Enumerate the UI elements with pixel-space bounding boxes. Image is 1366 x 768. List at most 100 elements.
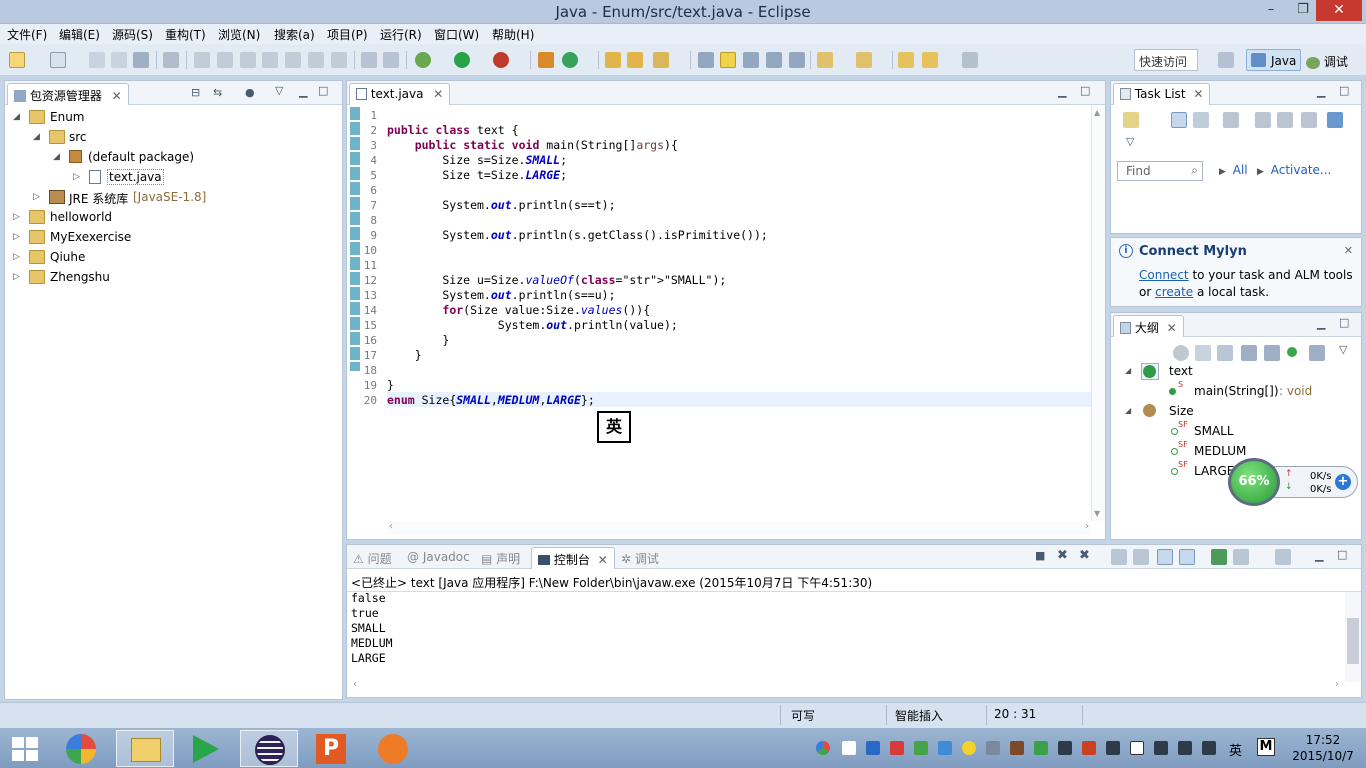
menu-navigate[interactable]: 浏览(N): [218, 26, 260, 43]
minimize-view-icon[interactable]: ▁: [1317, 85, 1325, 98]
show-stderr-icon[interactable]: [1179, 549, 1195, 565]
show-stdout-icon[interactable]: [1157, 549, 1173, 565]
print-icon[interactable]: [133, 52, 149, 68]
sync-changed-icon[interactable]: [1327, 112, 1343, 128]
code-line[interactable]: System.out.println(value);: [387, 318, 678, 332]
code-line[interactable]: System.out.println(s==u);: [387, 288, 615, 302]
console-vertical-scrollbar[interactable]: [1345, 592, 1361, 682]
plus-icon[interactable]: +: [1335, 474, 1351, 490]
scroll-left-icon[interactable]: ‹: [353, 679, 357, 690]
tray-ime-mode[interactable]: M: [1257, 738, 1275, 756]
new-class-icon[interactable]: [562, 52, 578, 68]
menu-refactor[interactable]: 重构(T): [165, 26, 206, 43]
hide-fields-icon[interactable]: [1241, 345, 1257, 361]
find-input[interactable]: Find ⌕: [1117, 161, 1203, 181]
save-icon[interactable]: [89, 52, 105, 68]
external-tools-icon[interactable]: [493, 52, 509, 68]
expand-toggle-icon[interactable]: ▷: [13, 272, 21, 282]
new-wizard-icon[interactable]: [50, 52, 66, 68]
focus-workweek-icon[interactable]: [1223, 112, 1239, 128]
console-horizontal-scrollbar[interactable]: ‹ ›: [351, 679, 1345, 693]
hide-nonpublic-icon[interactable]: [1287, 347, 1297, 357]
pin-console-icon[interactable]: [1211, 549, 1227, 565]
forward-icon[interactable]: [962, 52, 978, 68]
remove-all-icon[interactable]: ✖: [1079, 548, 1090, 563]
back-icon[interactable]: [922, 52, 938, 68]
toggle-highlight-icon[interactable]: [720, 52, 736, 68]
tray-volume-icon[interactable]: [1154, 741, 1168, 755]
suspend-icon[interactable]: [217, 52, 233, 68]
clear-console-icon[interactable]: [1111, 549, 1127, 565]
block-selection-icon[interactable]: [743, 52, 759, 68]
collapse-all-icon[interactable]: [1277, 112, 1293, 128]
code-line[interactable]: Size s=Size.SMALL;: [387, 153, 567, 167]
tab-declaration[interactable]: ▤ 声明: [481, 550, 520, 567]
close-tab-icon[interactable]: ✕: [1167, 321, 1177, 335]
menu-search[interactable]: 搜索(a): [274, 26, 315, 43]
use-step-filters-icon[interactable]: [383, 52, 399, 68]
step-over-icon[interactable]: [308, 52, 324, 68]
search-icon[interactable]: [653, 52, 669, 68]
minimize-view-icon[interactable]: ▁: [299, 85, 307, 98]
close-tab-icon[interactable]: ✕: [1193, 87, 1203, 101]
focus-task-icon[interactable]: ●: [245, 86, 255, 99]
tray-butterfly-icon[interactable]: [1082, 741, 1096, 755]
code-line[interactable]: }: [387, 333, 449, 347]
show-source-icon[interactable]: [789, 52, 805, 68]
maximize-button[interactable]: ❐: [1288, 0, 1318, 21]
perspective-debug-button[interactable]: 调试: [1306, 53, 1348, 70]
minimize-view-icon[interactable]: ▁: [1317, 317, 1325, 330]
tray-tools-icon[interactable]: [1058, 741, 1072, 755]
code-line[interactable]: for(Size value:Size.values()){: [387, 303, 650, 317]
sort-icon[interactable]: [1217, 345, 1233, 361]
expand-toggle-icon[interactable]: ◢: [13, 112, 21, 122]
code-line[interactable]: public class text {: [387, 123, 519, 137]
all-link[interactable]: ▶ All: [1219, 163, 1248, 177]
resume-icon[interactable]: [194, 52, 210, 68]
tray-nvidia-icon[interactable]: [914, 741, 928, 755]
tab-problems[interactable]: ⚠ 问题: [353, 550, 392, 567]
tray-flag-icon[interactable]: [1106, 741, 1120, 755]
editor-tab-text-java[interactable]: text.java ✕: [349, 83, 451, 105]
expand-toggle-icon[interactable]: ◢: [53, 152, 61, 162]
tray-browser-icon[interactable]: [816, 741, 830, 755]
taskbar-app-player[interactable]: [178, 730, 236, 767]
tray-shield-icon[interactable]: [1034, 741, 1048, 755]
scroll-right-icon[interactable]: ›: [1085, 521, 1089, 532]
code-line[interactable]: }: [387, 348, 422, 362]
tray-arrows-icon[interactable]: [938, 741, 952, 755]
task-list-tab[interactable]: Task List ✕: [1113, 83, 1211, 105]
scroll-down-icon[interactable]: ▼: [1094, 509, 1100, 518]
close-icon[interactable]: ✕: [1344, 244, 1353, 257]
windows-start-icon[interactable]: [12, 737, 38, 761]
skip-breakpoints-icon[interactable]: [163, 52, 179, 68]
tab-debug[interactable]: ✲ 调试: [621, 550, 659, 567]
perspective-java-button[interactable]: Java: [1246, 49, 1301, 71]
tray-network-icon[interactable]: [1178, 741, 1192, 755]
synchronize-icon[interactable]: [1301, 112, 1317, 128]
tray-app-icon[interactable]: [1010, 741, 1024, 755]
code-line[interactable]: System.out.println(s.getClass().isPrimit…: [387, 228, 767, 242]
scroll-up-icon[interactable]: ▲: [1094, 108, 1100, 117]
next-annotation-icon[interactable]: [817, 52, 833, 68]
quick-access-input[interactable]: 快速访问: [1134, 49, 1198, 71]
collapse-all-icon[interactable]: [1195, 345, 1211, 361]
create-link[interactable]: create: [1155, 285, 1193, 299]
view-menu-icon[interactable]: ▽: [1126, 135, 1134, 148]
close-tab-icon[interactable]: ✕: [112, 89, 122, 103]
last-edit-icon[interactable]: [898, 52, 914, 68]
terminate-icon[interactable]: ■: [1035, 549, 1045, 562]
terminate-icon[interactable]: [240, 52, 256, 68]
expand-toggle-icon[interactable]: ◢: [33, 132, 41, 142]
tray-security-icon[interactable]: [890, 741, 904, 755]
collapse-all-icon[interactable]: ⊟: [191, 86, 200, 99]
debug-icon[interactable]: [415, 52, 431, 68]
tray-drive-icon[interactable]: [986, 741, 1000, 755]
network-speed-widget[interactable]: ↑ ↓ 0K/s 0K/s + 66%: [1228, 458, 1358, 506]
connect-link[interactable]: Connect: [1139, 268, 1189, 282]
new-icon[interactable]: [9, 52, 25, 68]
scroll-right-icon[interactable]: ›: [1335, 679, 1339, 690]
disconnect-icon[interactable]: [262, 52, 278, 68]
tray-plus-icon[interactable]: [962, 741, 976, 755]
code-line[interactable]: }: [387, 378, 394, 392]
